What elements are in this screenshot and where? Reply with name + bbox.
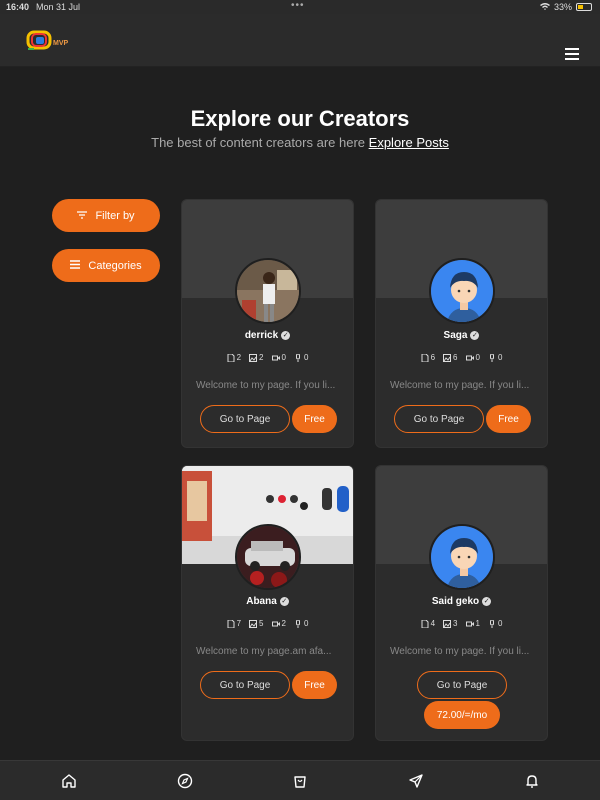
- audio-count: 0: [294, 619, 308, 628]
- go-to-page-button[interactable]: Go to Page: [394, 405, 484, 433]
- subtitle-text: The best of content creators are here: [151, 135, 366, 150]
- creator-card: derrick ✓ 2 2 0 0 Welcome to my page. If …: [181, 199, 354, 448]
- document-icon: [227, 353, 235, 362]
- status-indicators: 33%: [539, 2, 592, 12]
- video-icon: [465, 355, 474, 360]
- videos-count: 0: [465, 353, 480, 362]
- images-count: 3: [443, 619, 458, 628]
- battery-percent: 33%: [553, 2, 572, 12]
- document-icon: [421, 619, 429, 628]
- video-icon: [271, 621, 280, 626]
- image-icon: [443, 619, 452, 628]
- creator-avatar[interactable]: [429, 524, 495, 590]
- posts-count: 7: [227, 619, 241, 628]
- creator-stats: 2 2 0 0: [182, 353, 353, 362]
- wifi-icon: [539, 2, 550, 12]
- microphone-icon: [295, 353, 300, 362]
- status-bar: 16:40 Mon 31 Jul ••• 33%: [0, 0, 600, 14]
- svg-text:MVP: MVP: [53, 40, 69, 47]
- home-icon[interactable]: [61, 773, 77, 789]
- creator-name: Saga ✓: [443, 330, 480, 341]
- creator-stats: 4 3 1 0: [376, 619, 547, 628]
- creator-avatar[interactable]: [429, 258, 495, 324]
- creator-name: derrick ✓: [244, 330, 291, 341]
- audio-count: 0: [488, 353, 502, 362]
- price-button[interactable]: Free: [292, 671, 337, 699]
- verified-icon: ✓: [279, 596, 289, 606]
- image-icon: [249, 353, 258, 362]
- go-to-page-button[interactable]: Go to Page: [200, 405, 290, 433]
- images-count: 2: [249, 353, 264, 362]
- creator-avatar[interactable]: [235, 524, 301, 590]
- creator-card: Saga ✓ 6 6 0 0 Welcome to my page. If you…: [375, 199, 548, 448]
- creator-description: Welcome to my page. If you li...: [390, 646, 530, 657]
- creator-avatar[interactable]: [235, 258, 301, 324]
- filter-by-button[interactable]: Filter by: [52, 199, 160, 232]
- price-button[interactable]: Free: [292, 405, 337, 433]
- categories-button[interactable]: Categories: [52, 249, 160, 282]
- filter-by-label: Filter by: [95, 209, 135, 222]
- creator-description: Welcome to my page. If you li...: [196, 380, 336, 391]
- app-header: MVP: [0, 14, 600, 67]
- videos-count: 0: [271, 353, 286, 362]
- videos-count: 1: [465, 619, 480, 628]
- list-icon: [70, 259, 81, 272]
- creator-stats: 6 6 0 0: [376, 353, 547, 362]
- microphone-icon: [295, 619, 300, 628]
- go-to-page-button[interactable]: Go to Page: [200, 671, 290, 699]
- creator-name: Said geko ✓: [431, 596, 492, 607]
- status-date: Mon 31 Jul: [36, 2, 81, 12]
- document-icon: [227, 619, 235, 628]
- battery-icon: [576, 3, 592, 11]
- explore-posts-link[interactable]: Explore Posts: [369, 135, 449, 150]
- creator-description: Welcome to my page. If you li...: [390, 380, 530, 391]
- send-icon[interactable]: [408, 773, 424, 789]
- images-count: 5: [249, 619, 264, 628]
- multitask-dots: •••: [291, 0, 305, 11]
- posts-count: 4: [421, 619, 435, 628]
- categories-label: Categories: [88, 259, 142, 272]
- page-subtitle: The best of content creators are here Ex…: [0, 135, 600, 150]
- videos-count: 2: [271, 619, 286, 628]
- video-icon: [271, 355, 280, 360]
- verified-icon: ✓: [281, 330, 291, 340]
- posts-count: 2: [227, 353, 241, 362]
- compass-icon[interactable]: [177, 773, 193, 789]
- microphone-icon: [489, 353, 494, 362]
- image-icon: [249, 619, 258, 628]
- bottom-nav: [0, 760, 600, 800]
- creator-name: Abana ✓: [246, 596, 289, 607]
- image-icon: [443, 353, 452, 362]
- audio-count: 0: [488, 619, 502, 628]
- shopping-bag-icon[interactable]: [292, 773, 308, 789]
- creator-card: Abana ✓ 7 5 2 0 Welcome to my page.am afa…: [181, 465, 354, 741]
- page-title: Explore our Creators: [190, 106, 410, 131]
- document-icon: [421, 353, 429, 362]
- menu-icon[interactable]: [565, 48, 579, 60]
- microphone-icon: [489, 619, 494, 628]
- bell-icon[interactable]: [524, 773, 540, 789]
- app-logo[interactable]: MVP: [26, 29, 74, 51]
- audio-count: 0: [294, 353, 308, 362]
- creator-description: Welcome to my page.am afa...: [196, 646, 332, 657]
- video-icon: [465, 621, 474, 626]
- go-to-page-button[interactable]: Go to Page: [417, 671, 507, 699]
- creator-card: Said geko ✓ 4 3 1 0 Welcome to my page. I…: [375, 465, 548, 741]
- filter-icon: [77, 210, 88, 222]
- price-button[interactable]: 72.00/=/mo: [424, 701, 500, 729]
- images-count: 6: [443, 353, 458, 362]
- verified-icon: ✓: [470, 330, 480, 340]
- verified-icon: ✓: [482, 596, 492, 606]
- status-time: 16:40: [6, 2, 30, 12]
- posts-count: 6: [421, 353, 435, 362]
- creator-stats: 7 5 2 0: [182, 619, 353, 628]
- price-button[interactable]: Free: [486, 405, 531, 433]
